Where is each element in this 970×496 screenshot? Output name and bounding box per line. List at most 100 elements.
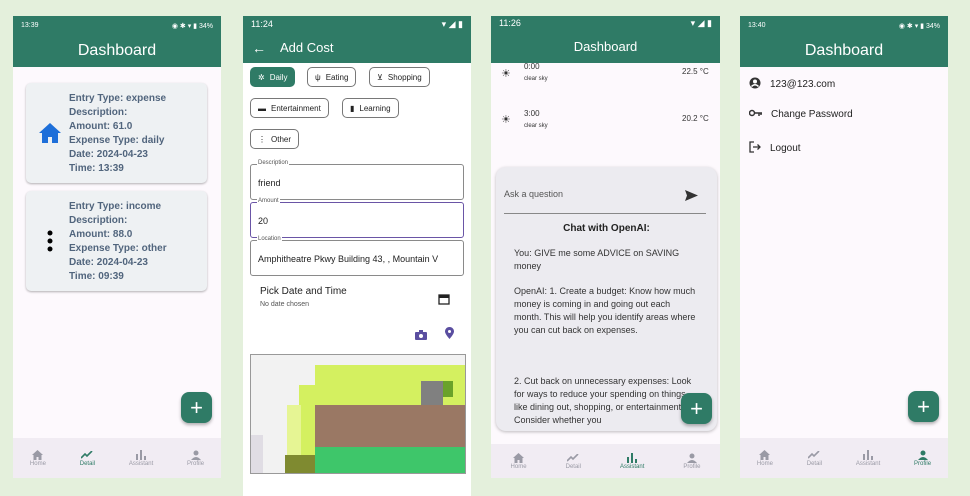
page-title: Add Cost [280,40,334,55]
chip-label: Entertainment [271,103,321,113]
nav-label: Assistant [620,464,645,470]
logout-icon [749,141,761,156]
date-title: Pick Date and Time [260,286,347,297]
status-bar: 13:40 ◉ ✱ ▾ ▮ 34% [740,16,948,35]
bottom-nav: Home Detail Assistant Profile [491,444,720,478]
person-icon [190,449,201,461]
entry-line: Date: 2024-04-23 [69,257,148,268]
chip-learning[interactable]: ▮ Learning [342,98,399,118]
amount-field[interactable]: Amount 20 [250,198,464,238]
status-icons: ▾ ◢ ▮ [441,18,463,29]
entry-line: Amount: 88.0 [69,229,133,240]
back-arrow-icon[interactable]: ← [252,40,266,56]
nav-label: Detail [565,464,581,470]
nav-detail[interactable]: Detail [566,452,581,470]
account-icon [749,77,761,92]
location-field[interactable]: Location Amphitheatre Pkwy Building 43, … [250,236,464,276]
description-field[interactable]: Description friend [250,160,464,200]
nav-profile[interactable]: Profile [683,452,700,470]
fork-knife-icon: ψ [315,72,321,82]
person-icon [686,452,697,464]
entry-line: Entry Type: expense [69,93,167,104]
field-label: Amount [257,198,280,204]
add-button[interactable]: + [681,393,712,424]
weather-desc: clear sky [524,76,548,82]
calendar-icon[interactable] [438,292,450,310]
nav-assistant[interactable]: Assistant [129,449,153,467]
status-bar: 13:39 ◉ ✱ ▾ ▮ 34% [13,16,221,35]
bottom-nav: Home Detail Assistant Profile [13,438,221,478]
chip-entertainment[interactable]: ▬ Entertainment [250,98,329,118]
field-value: 20 [258,216,269,226]
ask-placeholder: Ask a question [504,189,564,199]
chip-label: Shopping [387,72,422,82]
sun-icon: ☀ [501,68,511,80]
nav-home[interactable]: Home [757,449,773,467]
header-area: 13:39 ◉ ✱ ▾ ▮ 34% Dashboard [13,16,221,67]
chat-panel: Ask a question Chat with OpenAI: You: GI… [496,167,717,431]
email-label: 123@123.com [770,79,836,90]
status-icons: ▾ ◢ ▮ [690,17,712,28]
home-icon [37,120,63,146]
chip-shopping[interactable]: ⊻ Shopping [369,67,430,87]
profile-screen: 13:40 ◉ ✱ ▾ ▮ 34% Dashboard 123@123.com … [740,16,948,478]
home-icon [513,452,525,464]
trend-icon [81,449,93,461]
nav-label: Home [756,461,773,467]
nav-assistant[interactable]: Assistant [620,452,644,470]
entry-line: Amount: 61.0 [69,121,133,132]
chip-eating[interactable]: ψ Eating [307,67,357,87]
entry-card[interactable]: Entry Type: income Description: Amount: … [26,191,207,291]
bar-chart-icon [136,449,147,461]
header-area: 13:40 ◉ ✱ ▾ ▮ 34% Dashboard [740,16,948,67]
add-button[interactable]: + [908,391,939,422]
bottom-nav: Home Detail Assistant Profile [740,438,948,478]
dashboard-screen-1: 13:39 ◉ ✱ ▾ ▮ 34% Dashboard Entry Type: … [13,16,221,478]
status-time: 13:40 [748,22,766,29]
send-icon[interactable] [685,188,698,206]
chat-message: 2. Cut back on unnecessary expenses: Loo… [514,376,692,425]
nav-profile[interactable]: Profile [914,449,931,467]
entry-line: Entry Type: income [69,201,162,212]
nav-home[interactable]: Home [511,452,527,470]
nav-detail[interactable]: Detail [80,449,95,467]
page-title: Dashboard [804,42,884,59]
nav-label: Detail [79,461,96,467]
home-icon [32,449,44,461]
header-area: 11:26 ▾ ◢ ▮ Dashboard [491,16,720,63]
camera-icon[interactable] [415,327,427,345]
trend-icon [567,452,579,464]
logout-item[interactable]: Logout [749,141,801,156]
add-button[interactable]: + [181,392,212,423]
chip-other[interactable]: ⋮ Other [250,129,300,149]
field-label: Location [257,236,282,242]
status-icons: ◉ ✱ ▾ ▮ 34% [171,22,213,30]
nav-profile[interactable]: Profile [187,449,204,467]
entry-details: Entry Type: expense Description: Amount:… [69,92,166,176]
ask-input[interactable]: Ask a question [504,183,706,214]
nav-label: Assistant [855,461,881,467]
battery-level: 34% [925,22,940,30]
change-password-item[interactable]: Change Password [748,109,853,120]
nav-home[interactable]: Home [30,449,46,467]
chip-daily[interactable]: ✲ Daily [250,67,296,87]
key-icon [748,109,762,120]
nav-detail[interactable]: Detail [807,449,822,467]
location-pin-icon[interactable] [445,326,454,344]
entry-line: Description: [69,215,128,226]
nav-label: Profile [187,461,205,467]
chip-label: Eating [325,72,349,82]
status-icons: ◉ ✱ ▾ ▮ 34% [898,22,940,30]
nav-label: Home [29,461,46,467]
more-vert-icon: ⋮ [258,134,266,144]
date-subtitle: No date chosen [260,301,310,308]
weather-time: 0:00 [524,62,540,71]
logout-label: Logout [770,143,801,154]
nav-assistant[interactable]: Assistant [856,449,880,467]
nav-label: Profile [683,464,701,470]
entry-card[interactable]: Entry Type: expense Description: Amount:… [26,83,207,183]
status-bar: 11:24 ▾ ◢ ▮ [243,16,471,32]
entry-line: Date: 2024-04-23 [69,149,148,160]
cart-icon: ⊻ [377,72,383,82]
page-title: Dashboard [573,39,638,54]
